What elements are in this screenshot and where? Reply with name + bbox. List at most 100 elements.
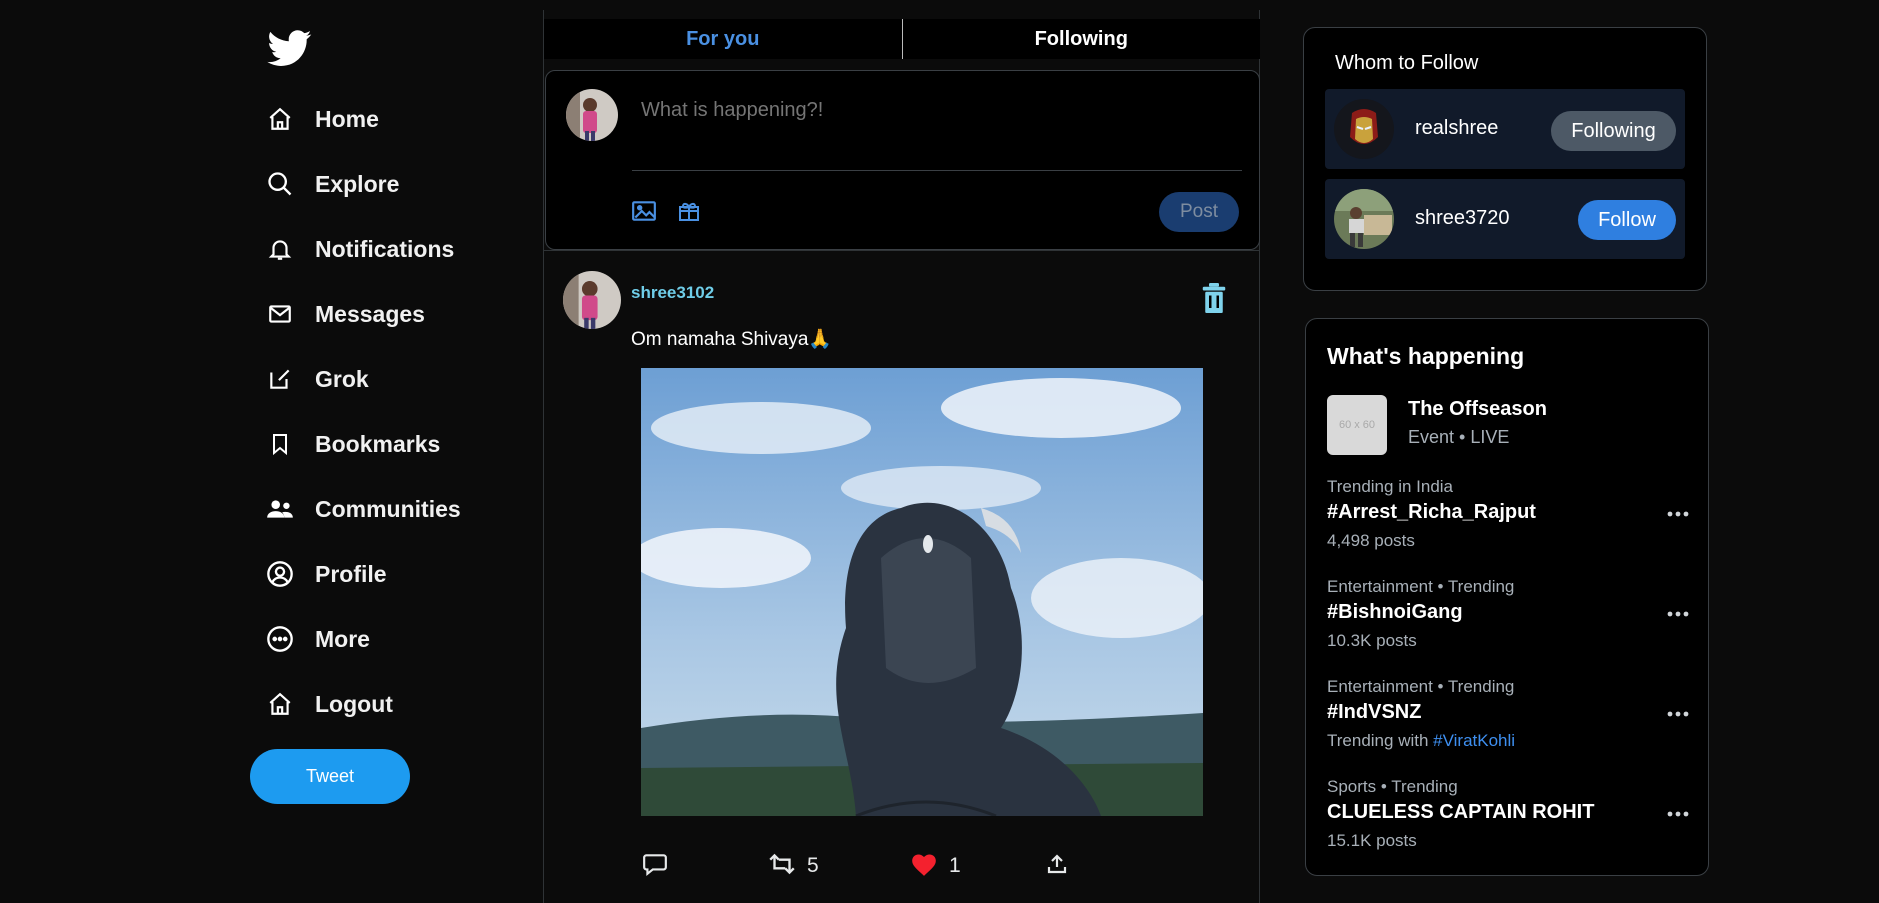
whom-to-follow-card: Whom to Follow realshree Following shree… [1303, 27, 1707, 291]
hashtag-link[interactable]: #ViratKohli [1433, 731, 1515, 750]
image-icon[interactable] [631, 199, 657, 225]
trend-with-label: Trending with [1327, 731, 1434, 750]
tab-following[interactable]: Following [903, 19, 1261, 59]
nav-label: More [315, 625, 370, 652]
trend-category: Entertainment • Trending [1327, 677, 1515, 696]
following-button[interactable]: Following [1551, 111, 1676, 151]
nav-label: Communities [315, 495, 461, 522]
tweet-composer: Post [545, 70, 1260, 250]
reply-button[interactable] [642, 846, 678, 886]
nav-profile[interactable]: Profile [265, 551, 387, 597]
avatar[interactable] [1334, 189, 1394, 249]
nav-messages[interactable]: Messages [265, 291, 425, 337]
avatar[interactable] [566, 89, 618, 141]
page: Home Explore Notifications Messages Grok… [0, 0, 1879, 903]
avatar[interactable] [1334, 99, 1394, 159]
bookmark-icon [265, 429, 295, 459]
comment-icon [642, 852, 668, 881]
trend-category: Entertainment • Trending [1327, 577, 1515, 596]
nav-label: Messages [315, 300, 425, 327]
tab-for-you[interactable]: For you [544, 19, 902, 59]
trend-title: #BishnoiGang [1327, 601, 1463, 623]
nav-label: Explore [315, 170, 400, 197]
trend-count: Trending with #ViratKohli [1327, 731, 1515, 751]
follow-suggestion: shree3720 Follow [1325, 179, 1685, 259]
avatar[interactable] [563, 271, 621, 329]
left-sidebar: Home Explore Notifications Messages Grok… [250, 0, 540, 903]
card-title: Whom to Follow [1335, 52, 1479, 74]
trend-category: Trending in India [1327, 477, 1454, 496]
nav-grok[interactable]: Grok [265, 356, 369, 402]
twitter-bird-icon[interactable] [265, 26, 315, 70]
more-dots-icon[interactable] [1667, 705, 1693, 717]
nav-label: Logout [315, 690, 393, 717]
home-icon [265, 104, 295, 134]
heart-icon [909, 851, 939, 882]
retweet-count: 5 [807, 854, 819, 877]
tweet-actions: 5 1 [544, 846, 1260, 886]
card-title: What's happening [1327, 343, 1525, 369]
user-circle-icon [265, 559, 295, 589]
trend-count: 4,498 posts [1327, 531, 1415, 550]
trend-item[interactable]: Entertainment • Trending #BishnoiGang 10… [1327, 577, 1697, 667]
divider [632, 170, 1242, 171]
nav-label: Profile [315, 560, 387, 587]
nav-label: Home [315, 105, 379, 132]
whats-happening-card: What's happening 60 x 60 The Offseason E… [1305, 318, 1709, 876]
feed-tabs: For you Following [544, 19, 1260, 59]
trend-title: #IndVSNZ [1327, 701, 1422, 723]
more-dots-icon[interactable] [1667, 805, 1693, 817]
like-count: 1 [949, 854, 961, 877]
follow-username[interactable]: realshree [1415, 117, 1498, 140]
post-button[interactable]: Post [1159, 192, 1239, 232]
trend-count: 10.3K posts [1327, 631, 1417, 650]
trend-title: #Arrest_Richa_Rajput [1327, 501, 1536, 523]
trend-item[interactable]: Sports • Trending CLUELESS CAPTAIN ROHIT… [1327, 777, 1697, 867]
follow-button[interactable]: Follow [1578, 200, 1676, 240]
compose-input[interactable] [641, 99, 1231, 122]
more-dots-icon[interactable] [1667, 505, 1693, 517]
nav-home[interactable]: Home [265, 96, 379, 142]
trend-category: Sports • Trending [1327, 777, 1458, 796]
nav-label: Bookmarks [315, 430, 441, 457]
follow-suggestion: realshree Following [1325, 89, 1685, 169]
event-subtitle: Event • LIVE [1408, 427, 1510, 447]
post-image[interactable] [641, 368, 1203, 816]
more-dots-icon[interactable] [1667, 605, 1693, 617]
more-circle-icon [265, 624, 295, 654]
search-icon [265, 169, 295, 199]
follow-username[interactable]: shree3720 [1415, 207, 1510, 230]
gift-icon[interactable] [677, 199, 703, 225]
event-item[interactable]: 60 x 60 The Offseason Event • LIVE [1327, 395, 1687, 457]
nav-label: Notifications [315, 235, 455, 262]
nav-notifications[interactable]: Notifications [265, 226, 454, 272]
trend-item[interactable]: Trending in India #Arrest_Richa_Rajput 4… [1327, 477, 1697, 567]
share-icon [1045, 852, 1069, 881]
nav-more[interactable]: More [265, 616, 370, 662]
retweet-button[interactable]: 5 [767, 846, 819, 886]
trend-item[interactable]: Entertainment • Trending #IndVSNZ Trendi… [1327, 677, 1697, 767]
nav-label: Grok [315, 365, 369, 392]
people-icon [265, 494, 295, 524]
trash-icon[interactable] [1201, 283, 1229, 313]
nav-bookmarks[interactable]: Bookmarks [265, 421, 440, 467]
share-button[interactable] [1045, 846, 1069, 886]
edit-square-icon [265, 364, 295, 394]
bell-icon [265, 234, 295, 264]
event-thumbnail: 60 x 60 [1327, 395, 1387, 455]
home-icon [265, 689, 295, 719]
retweet-icon [767, 852, 797, 881]
post-username[interactable]: shree3102 [631, 283, 714, 303]
tweet-card: shree3102 Om namaha Shivaya🙏 5 1 [544, 250, 1260, 903]
tweet-button[interactable]: Tweet [250, 749, 410, 804]
like-button[interactable]: 1 [909, 846, 961, 886]
trend-count: 15.1K posts [1327, 831, 1417, 850]
nav-communities[interactable]: Communities [265, 486, 461, 532]
main-feed: For you Following Post shree3102 [543, 10, 1260, 903]
nav-explore[interactable]: Explore [265, 161, 399, 207]
trend-title: CLUELESS CAPTAIN ROHIT [1327, 801, 1595, 823]
event-title: The Offseason [1408, 398, 1547, 420]
post-text: Om namaha Shivaya🙏 [631, 329, 833, 350]
mail-icon [265, 299, 295, 329]
nav-logout[interactable]: Logout [265, 681, 393, 727]
